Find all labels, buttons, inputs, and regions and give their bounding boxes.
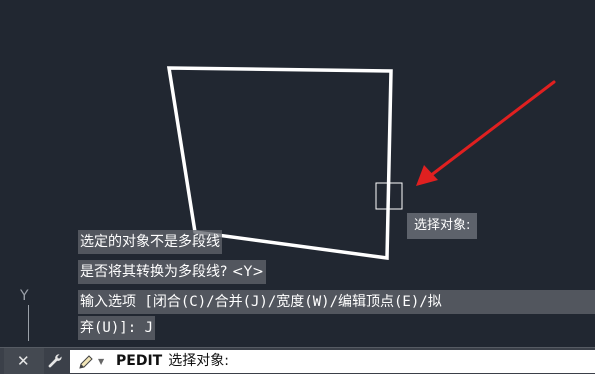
ucs-y-axis-line [28, 305, 29, 341]
close-icon[interactable]: ✕ [4, 348, 44, 374]
pencil-icon[interactable] [78, 354, 94, 370]
command-prompt: PEDIT 选择对象: [116, 350, 229, 373]
select-objects-tooltip: 选择对象: [407, 213, 478, 239]
history-line-options-continued: 弃(U)]: J [78, 316, 156, 340]
command-prompt-text: 选择对象: [168, 353, 229, 369]
drawing-canvas[interactable]: 选择对象: 选定的对象不是多段线 是否将其转换为多段线? <Y> 输入选项 [闭… [0, 0, 595, 373]
annotation-arrow-shaft [428, 80, 556, 178]
wrench-icon[interactable] [46, 352, 64, 370]
history-line-not-polyline: 选定的对象不是多段线 [78, 230, 222, 254]
ucs-y-axis-label: Y [20, 288, 29, 304]
history-line-options: 输入选项 [闭合(C)/合并(J)/宽度(W)/编辑顶点(E)/拟 [78, 290, 595, 314]
history-line-convert-prompt: 是否将其转换为多段线? <Y> [78, 260, 266, 284]
command-input[interactable]: ▼ PEDIT 选择对象: [70, 350, 595, 373]
command-name: PEDIT [116, 353, 163, 369]
chevron-down-icon[interactable]: ▼ [98, 352, 104, 372]
annotation-arrow-head [416, 165, 438, 186]
command-bar: ✕ ▼ PEDIT 选择对象: [0, 347, 595, 374]
